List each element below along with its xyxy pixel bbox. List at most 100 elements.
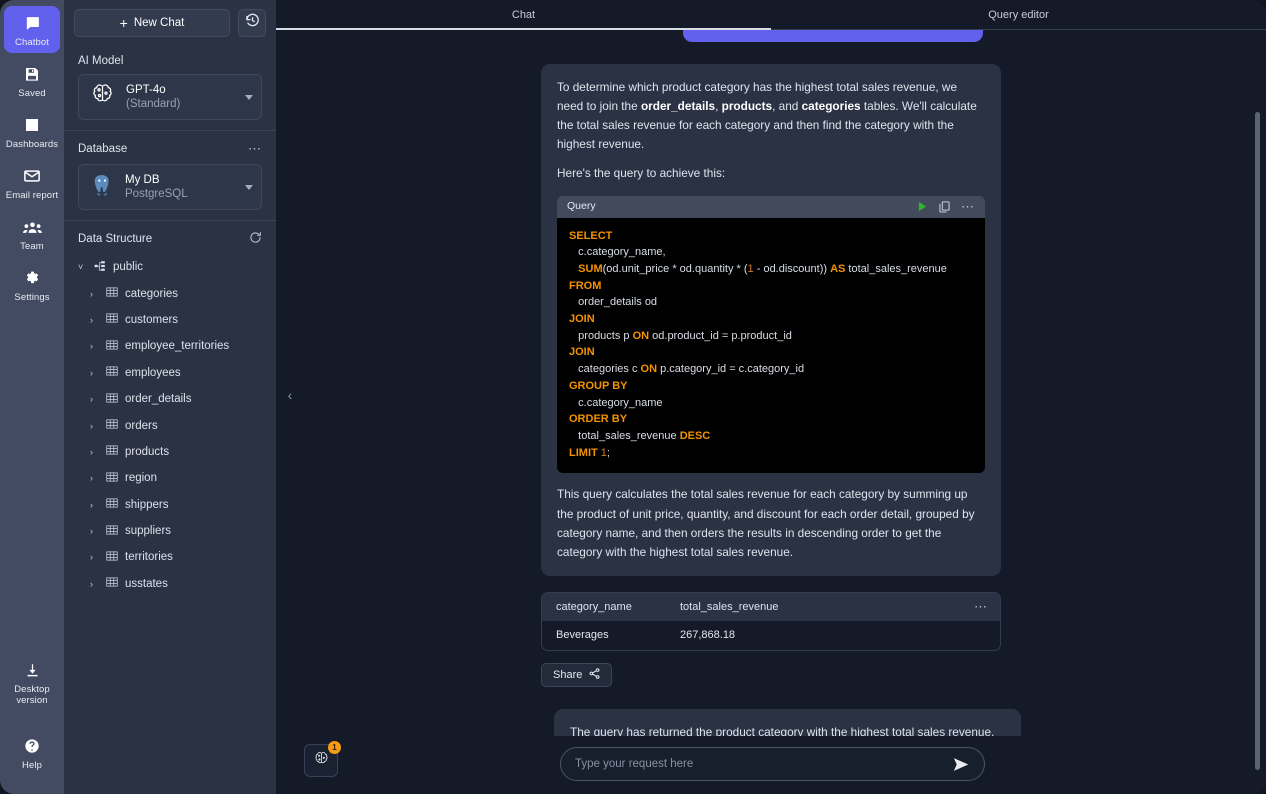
assistant-paragraph-2: Here's the query to achieve this: — [557, 164, 985, 183]
tree-node-table-orders[interactable]: ›orders — [76, 412, 264, 438]
database-engine: PostgreSQL — [125, 187, 235, 201]
more-horizontal-icon[interactable]: ⋯ — [961, 196, 975, 217]
tree-node-table-categories[interactable]: ›categories — [76, 280, 264, 306]
history-clock-icon — [245, 13, 260, 33]
query-card-header: Query ⋯ — [557, 196, 985, 218]
chevron-right-icon: › — [90, 341, 99, 351]
conversation-scroll-area[interactable]: To determine which product category has … — [276, 30, 1266, 736]
sql-token: ON — [641, 363, 658, 375]
rail-item-email-report[interactable]: Email report — [4, 159, 60, 206]
people-icon — [23, 216, 42, 238]
database-name: My DB — [125, 173, 235, 187]
sql-token: LIMIT — [569, 447, 598, 459]
sidebar-topbar: + New Chat — [64, 0, 276, 45]
assistant-message-2-row: The query has returned the product categ… — [521, 709, 1021, 736]
rail-item-label: Email report — [6, 190, 58, 201]
tree-node-table-usstates[interactable]: ›usstates — [76, 571, 264, 597]
ai-model-label: AI Model — [78, 55, 123, 67]
play-icon[interactable] — [917, 201, 928, 212]
vertical-scrollbar-thumb[interactable] — [1255, 112, 1260, 770]
ai-model-value: GPT-4o (Standard) — [126, 83, 235, 112]
tree-node-table-customers[interactable]: ›customers — [76, 307, 264, 333]
table-icon — [106, 576, 118, 591]
refresh-icon[interactable] — [249, 231, 262, 247]
tree-node-label: usstates — [125, 578, 168, 590]
query-result-table: category_name total_sales_revenue ⋯ Beve… — [541, 592, 1001, 651]
table-list: ›categories›customers›employee_territori… — [76, 280, 264, 597]
ai-context-button[interactable]: 1 — [304, 744, 338, 777]
tree-node-label: order_details — [125, 393, 191, 405]
assistant-paragraph-1: To determine which product category has … — [557, 78, 985, 154]
new-chat-label: New Chat — [134, 17, 185, 29]
more-horizontal-icon[interactable]: ⋯ — [248, 141, 262, 157]
rail-item-saved[interactable]: Saved — [4, 57, 60, 104]
rail-bottom-items: Desktop version Help — [0, 653, 64, 780]
rail-item-settings[interactable]: Settings — [4, 261, 60, 308]
tree-node-table-employees[interactable]: ›employees — [76, 360, 264, 386]
tree-node-label: suppliers — [125, 525, 171, 537]
rail-item-team[interactable]: Team — [4, 210, 60, 257]
chat-input[interactable] — [575, 758, 947, 770]
tab-query-editor[interactable]: Query editor — [771, 0, 1266, 29]
new-chat-button[interactable]: + New Chat — [74, 9, 230, 37]
rail-item-help[interactable]: Help — [4, 729, 60, 776]
cell-category-name: Beverages — [556, 629, 680, 641]
rail-item-label: Saved — [18, 88, 45, 99]
tab-label: Chat — [512, 9, 535, 21]
table-ref-categories: categories — [802, 99, 861, 113]
query-card-title: Query — [567, 198, 596, 215]
share-button-label: Share — [553, 669, 582, 681]
table-icon — [106, 550, 118, 565]
table-icon — [106, 444, 118, 459]
table-icon — [106, 418, 118, 433]
tree-node-label: products — [125, 446, 169, 458]
tree-node-table-region[interactable]: ›region — [76, 465, 264, 491]
sql-token: products p — [569, 330, 633, 342]
chat-history-button[interactable] — [238, 9, 266, 37]
tree-node-table-territories[interactable]: ›territories — [76, 544, 264, 570]
database-picker[interactable]: My DB PostgreSQL — [78, 164, 262, 210]
ai-model-picker[interactable]: GPT-4o (Standard) — [78, 74, 262, 120]
tree-node-table-products[interactable]: ›products — [76, 439, 264, 465]
tab-chat[interactable]: Chat — [276, 0, 771, 29]
sql-code-block[interactable]: SELECT c.category_name, SUM(od.unit_pric… — [557, 218, 985, 474]
rail-item-dashboards[interactable]: Dashboards — [4, 108, 60, 155]
tree-node-table-suppliers[interactable]: ›suppliers — [76, 518, 264, 544]
chat-input-wrapper[interactable] — [560, 747, 985, 781]
schema-tree[interactable]: ˅ public ›categories›customers›employee_… — [64, 254, 276, 794]
save-disk-icon — [24, 63, 40, 85]
share-button[interactable]: Share — [541, 663, 612, 687]
chevron-right-icon: › — [90, 289, 99, 299]
text-part: , and — [772, 99, 802, 113]
table-icon — [106, 392, 118, 407]
sql-token: DESC — [680, 430, 711, 442]
copy-icon[interactable] — [939, 201, 950, 213]
tree-node-schema-public[interactable]: ˅ public — [76, 254, 264, 280]
download-icon — [25, 659, 40, 681]
chevron-down-icon[interactable] — [245, 185, 253, 190]
composer-bar: 1 — [276, 736, 1266, 794]
tree-node-table-shippers[interactable]: ›shippers — [76, 492, 264, 518]
rail-item-chatbot[interactable]: Chatbot — [4, 6, 60, 53]
query-card: Query ⋯ SELECT c.category_name, SUM(od.u… — [557, 196, 985, 474]
sidebar-collapse-toggle[interactable]: ‹ — [282, 385, 298, 405]
chevron-down-icon[interactable] — [245, 95, 253, 100]
table-icon — [106, 312, 118, 327]
send-arrow-icon[interactable] — [947, 757, 970, 772]
conversation: To determine which product category has … — [276, 30, 1266, 736]
tree-node-table-order-details[interactable]: ›order_details — [76, 386, 264, 412]
more-horizontal-icon[interactable]: ⋯ — [974, 599, 988, 615]
tree-node-label: orders — [125, 420, 158, 432]
assistant-message-2-text: The query has returned the product categ… — [570, 723, 1005, 736]
sql-token: GROUP BY — [569, 380, 627, 392]
rail-item-desktop-version[interactable]: Desktop version — [4, 653, 60, 711]
left-rail: Chatbot Saved Dashboards Email report Te — [0, 0, 64, 794]
rail-top-items: Chatbot Saved Dashboards Email report Te — [4, 0, 60, 312]
tree-node-table-employee-territories[interactable]: ›employee_territories — [76, 333, 264, 359]
gear-icon — [24, 267, 40, 289]
rail-item-label: Dashboards — [6, 139, 58, 150]
tree-node-label: shippers — [125, 499, 168, 511]
database-value: My DB PostgreSQL — [125, 173, 235, 202]
ai-model-header: AI Model — [78, 51, 262, 74]
sql-token — [569, 263, 578, 275]
